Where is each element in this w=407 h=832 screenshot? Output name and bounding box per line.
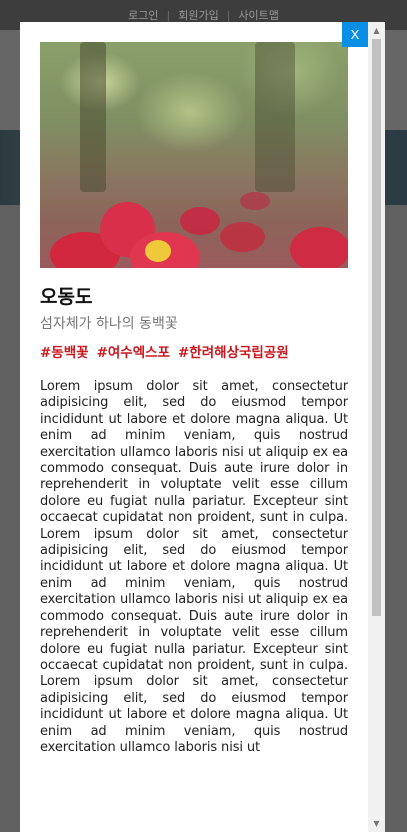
signup-link[interactable]: 회원가입 <box>178 7 218 23</box>
tree-trunk-shape <box>255 42 295 192</box>
close-button[interactable]: X <box>342 22 368 47</box>
scroll-down-arrow-icon[interactable]: ▼ <box>368 815 385 832</box>
hashtag-link[interactable]: #여수엑스포 <box>97 341 170 361</box>
hashtag-list: #동백꽃 #여수엑스포 #한려해상국립공원 <box>40 341 348 361</box>
description-text: Lorem ipsum dolor sit amet, consectetur … <box>40 379 348 755</box>
detail-modal: X ▲ ▼ 오동도 섬자체가 하나의 동백꽃 #동백꽃 #여수엑스포 #한려해상… <box>20 22 385 832</box>
modal-scrollbar[interactable]: ▲ ▼ <box>368 22 385 832</box>
camellia-photo <box>40 42 348 268</box>
divider: | <box>226 8 231 22</box>
tree-trunk-shape <box>80 42 106 192</box>
hashtag-link[interactable]: #동백꽃 <box>40 341 89 361</box>
camellia-flower-shape <box>290 227 348 268</box>
scrollbar-thumb[interactable] <box>372 39 381 616</box>
divider: | <box>166 8 171 22</box>
place-subtitle: 섬자체가 하나의 동백꽃 <box>40 316 178 332</box>
login-link[interactable]: 로그인 <box>128 7 158 23</box>
camellia-stamen-shape <box>145 240 171 262</box>
modal-content: 오동도 섬자체가 하나의 동백꽃 #동백꽃 #여수엑스포 #한려해상국립공원 L… <box>40 42 348 756</box>
scroll-up-arrow-icon[interactable]: ▲ <box>368 22 385 39</box>
camellia-flower-shape <box>180 207 220 235</box>
camellia-flower-shape <box>220 222 265 252</box>
place-title: 오동도 <box>40 286 93 308</box>
hashtag-link[interactable]: #한려해상국립공원 <box>178 341 289 361</box>
sitemap-link[interactable]: 사이트맵 <box>238 7 278 23</box>
camellia-flower-shape <box>240 192 270 210</box>
